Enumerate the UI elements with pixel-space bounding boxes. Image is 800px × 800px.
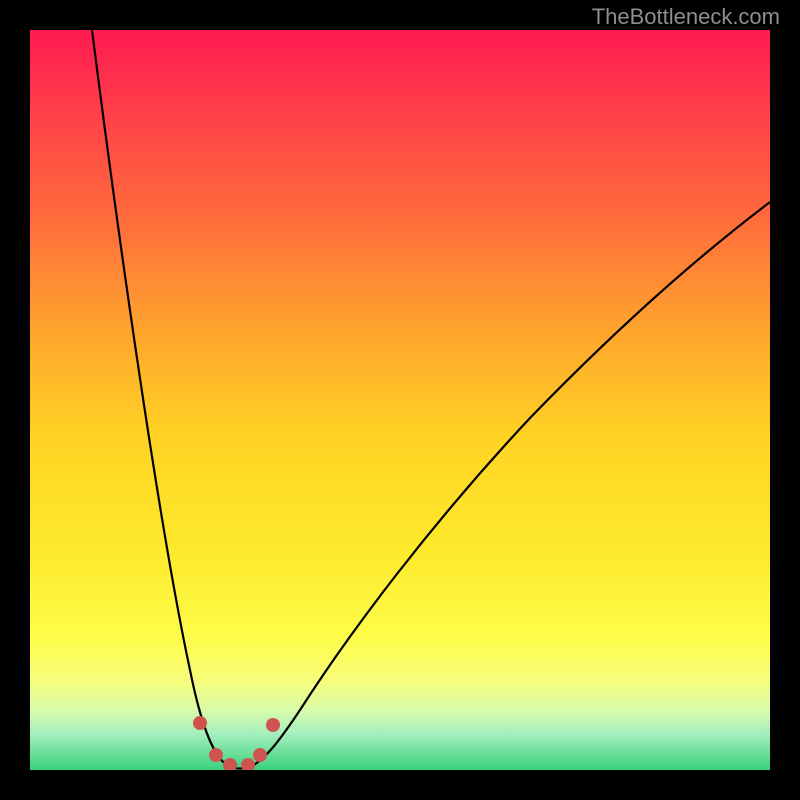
curve-marker — [253, 748, 267, 762]
curve-marker — [193, 716, 207, 730]
curve-left-branch — [92, 30, 230, 767]
curve-marker — [209, 748, 223, 762]
chart-plot-area — [30, 30, 770, 770]
curve-marker — [266, 718, 280, 732]
curve-marker — [241, 758, 255, 770]
curve-marker — [223, 758, 237, 770]
curve-right-branch — [250, 202, 770, 767]
curve-marker-group — [193, 716, 280, 770]
chart-curve — [30, 30, 770, 770]
watermark-text: TheBottleneck.com — [592, 4, 780, 30]
